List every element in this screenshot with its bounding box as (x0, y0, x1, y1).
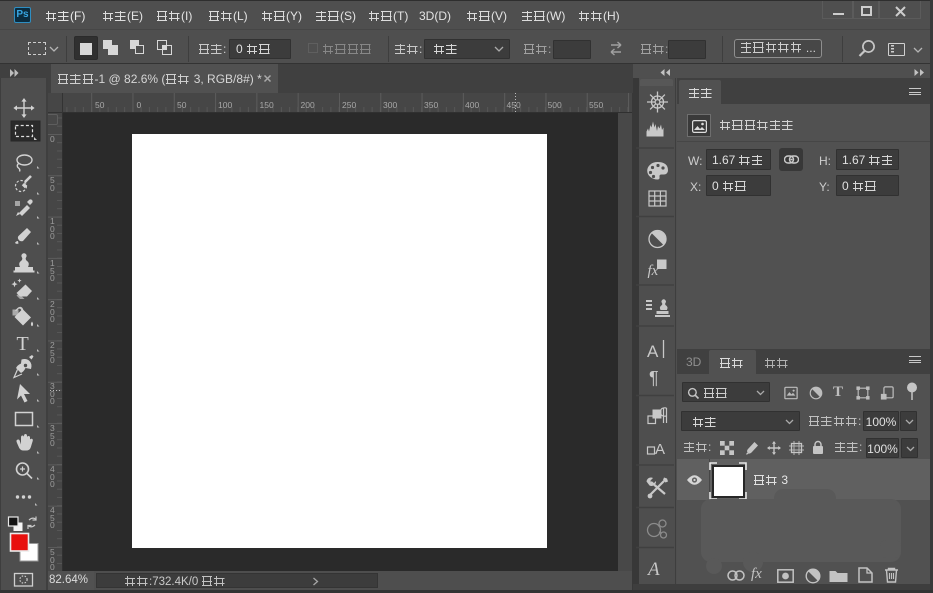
svg-text:A: A (646, 559, 660, 580)
svg-text:A: A (655, 441, 665, 458)
svg-text:A: A (647, 342, 659, 361)
svg-text:¶: ¶ (649, 368, 659, 388)
svg-text:fx: fx (648, 263, 659, 279)
svg-text:T: T (17, 333, 29, 355)
